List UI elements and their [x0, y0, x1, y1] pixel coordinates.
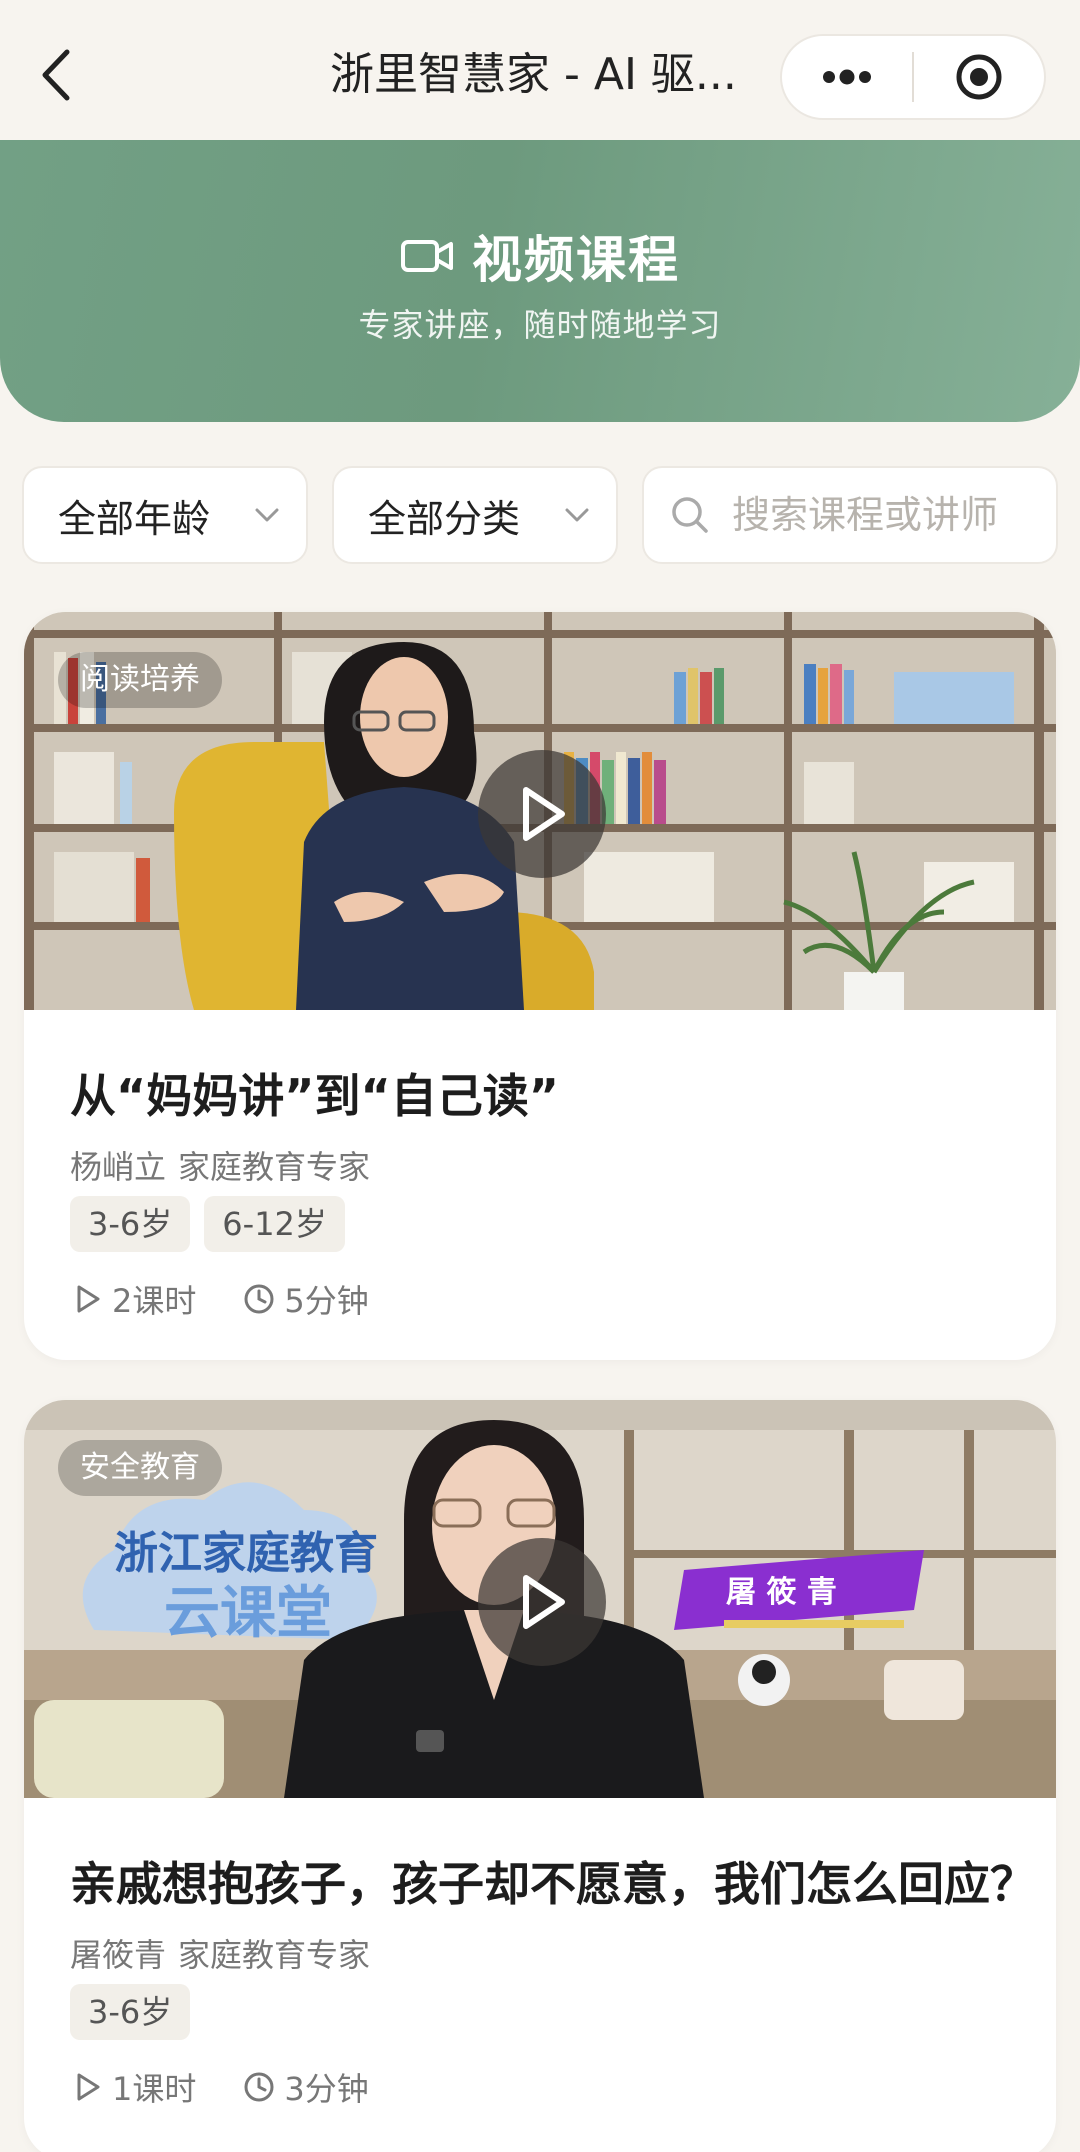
lessons-count: 1课时: [70, 2064, 196, 2110]
course-card[interactable]: 浙江家庭教育 云课堂 屠 筱 青 安全教育 亲戚想抱孩子，孩子却不愿意，我们怎么…: [24, 1400, 1056, 2152]
search-box[interactable]: [642, 466, 1058, 564]
course-title[interactable]: 亲戚想抱孩子，孩子却不愿意，我们怎么回应？: [70, 1848, 1036, 1914]
course-meta: 2课时 5分钟: [70, 1276, 369, 1322]
play-button[interactable]: [478, 1538, 606, 1666]
category-filter-dropdown[interactable]: 全部分类: [332, 466, 618, 564]
category-badge: 安全教育: [58, 1440, 222, 1496]
navigation-bar: 浙里智慧家 - AI 驱...: [0, 0, 1080, 140]
lecturer-info: 屠筱青 家庭教育专家: [70, 1930, 370, 1976]
logo-line2: 云课堂: [164, 1581, 332, 1646]
chevron-left-icon: [42, 49, 70, 101]
video-camera-icon: [401, 240, 453, 272]
search-input[interactable]: [732, 493, 1052, 537]
clock-icon: [244, 1284, 274, 1314]
course-title[interactable]: 从“妈妈讲”到“自己读”: [70, 1060, 559, 1126]
age-tags: 3-6岁 6-12岁: [70, 1196, 345, 1252]
lecturer-name: 屠筱青: [70, 1936, 167, 1974]
lecturer-info: 杨峭立 家庭教育专家: [70, 1142, 370, 1188]
name-tag-text: 屠 筱 青: [726, 1575, 837, 1610]
age-tag: 3-6岁: [70, 1984, 191, 2040]
more-button[interactable]: [782, 34, 912, 120]
course-card[interactable]: 阅读培养 从“妈妈讲”到“自己读” 杨峭立 家庭教育专家 3-6岁 6-12岁 2…: [24, 612, 1056, 1360]
course-meta: 1课时 3分钟: [70, 2064, 369, 2110]
play-icon: [523, 1575, 565, 1629]
close-mini-program-button[interactable]: [914, 34, 1044, 120]
course-thumbnail[interactable]: 浙江家庭教育 云课堂 屠 筱 青 安全教育: [24, 1400, 1056, 1798]
duration-label: 5分钟: [284, 1282, 369, 1320]
hero-banner: 视频课程 专家讲座，随时随地学习: [0, 140, 1080, 422]
play-outline-icon: [77, 2073, 100, 2101]
back-button[interactable]: [30, 40, 82, 110]
chevron-down-icon: [564, 507, 590, 523]
page-title: 浙里智慧家 - AI 驱...: [330, 49, 737, 100]
mini-program-capsule: [780, 34, 1046, 120]
hero-title: 视频课程: [472, 231, 680, 289]
duration: 3分钟: [242, 2064, 369, 2110]
clock-icon: [244, 2072, 274, 2102]
duration: 5分钟: [242, 1276, 369, 1322]
age-filter-label: 全部年龄: [58, 496, 211, 541]
play-button[interactable]: [478, 750, 606, 878]
search-icon: [670, 495, 710, 535]
age-tags: 3-6岁: [70, 1984, 191, 2040]
play-outline-icon: [77, 1285, 100, 1313]
lecturer-role: 家庭教育专家: [178, 1148, 371, 1186]
age-tag: 3-6岁: [70, 1196, 191, 1252]
lessons-label: 1课时: [112, 2070, 197, 2108]
course-thumbnail[interactable]: 阅读培养: [24, 612, 1056, 1010]
duration-label: 3分钟: [284, 2070, 369, 2108]
category-badge: 阅读培养: [58, 652, 222, 708]
hero-title-row: 视频课程: [0, 224, 1080, 289]
play-icon: [523, 787, 565, 841]
age-filter-dropdown[interactable]: 全部年龄: [22, 466, 308, 564]
more-dots-icon: [823, 69, 871, 85]
lecturer-name: 杨峭立: [70, 1148, 167, 1186]
chevron-down-icon: [254, 507, 280, 523]
logo-line1: 浙江家庭教育: [114, 1528, 378, 1579]
lessons-count: 2课时: [70, 1276, 196, 1322]
category-filter-label: 全部分类: [368, 496, 521, 541]
target-icon: [956, 54, 1002, 100]
hero-subtitle: 专家讲座，随时随地学习: [358, 306, 722, 344]
lessons-label: 2课时: [112, 1282, 197, 1320]
lecturer-role: 家庭教育专家: [178, 1936, 371, 1974]
age-tag: 6-12岁: [204, 1196, 345, 1252]
